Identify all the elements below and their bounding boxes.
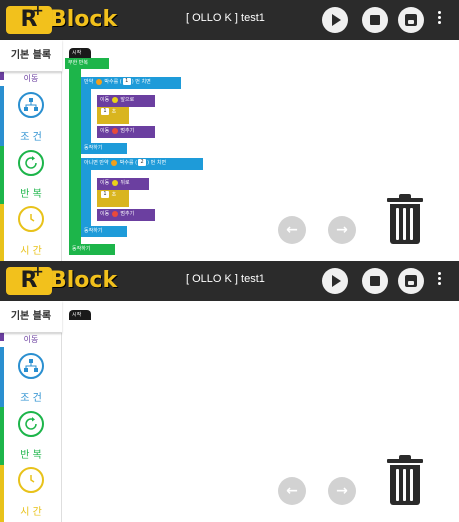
tab-basic-blocks[interactable]: 기본 블록 bbox=[0, 40, 62, 72]
block-palette-sidebar: 기본 블록 이동 조 건 반 복 시 간 bbox=[0, 40, 62, 261]
stop-button[interactable] bbox=[362, 7, 388, 33]
logo-block-text: Block bbox=[50, 7, 118, 32]
motor-icon bbox=[111, 127, 118, 134]
stop-icon bbox=[370, 276, 380, 286]
if-block[interactable]: 만약 박수를 (1) 번 치면 bbox=[81, 77, 181, 89]
clap-count-input[interactable]: 2 bbox=[138, 159, 147, 166]
play-button[interactable] bbox=[322, 268, 348, 294]
code-canvas[interactable]: 시작 ← → bbox=[63, 301, 459, 522]
tab-basic-blocks[interactable]: 기본 블록 bbox=[0, 301, 62, 333]
logo-r: R bbox=[6, 6, 52, 34]
category-label-repeat[interactable]: 반 복 bbox=[0, 446, 62, 461]
do-block[interactable]: 동작하기 bbox=[81, 143, 127, 154]
move-forward-block[interactable]: 이동 앞으로 bbox=[97, 95, 155, 107]
if-spine bbox=[81, 89, 91, 145]
redo-button[interactable]: → bbox=[328, 477, 356, 505]
refresh-icon[interactable] bbox=[18, 150, 44, 176]
trash-icon[interactable] bbox=[387, 194, 423, 244]
redo-button[interactable]: → bbox=[328, 216, 356, 244]
wait-block[interactable]: 1 초 bbox=[97, 190, 129, 207]
workspace-panel-with-program: R + Block [ OLLO K ] test1 기본 블록 이동 조 건 … bbox=[0, 0, 459, 261]
motor-icon bbox=[111, 179, 118, 186]
stop-button[interactable] bbox=[362, 268, 388, 294]
undo-button[interactable]: ← bbox=[278, 216, 306, 244]
project-title: [ OLLO K ] test1 bbox=[186, 12, 265, 24]
logo-plus: + bbox=[32, 264, 44, 280]
trash-icon[interactable] bbox=[387, 455, 423, 505]
rblock-logo: R + Block bbox=[6, 3, 118, 34]
forever-loop-block[interactable]: 무한 반복 bbox=[65, 58, 109, 69]
category-label-condition[interactable]: 조 건 bbox=[0, 389, 62, 404]
save-button[interactable] bbox=[398, 7, 424, 33]
else-if-block[interactable]: 아니면 만약 박수를 (2) 번 치면 bbox=[81, 158, 203, 170]
stop-icon bbox=[370, 15, 380, 25]
motor-icon bbox=[111, 210, 118, 217]
category-label-time[interactable]: 시 간 bbox=[0, 503, 62, 518]
start-block[interactable]: 시작 bbox=[69, 48, 91, 58]
rblock-logo: R + Block bbox=[6, 264, 118, 295]
seconds-input[interactable]: 1 bbox=[101, 108, 109, 115]
logo-plus: + bbox=[32, 3, 44, 19]
loop-spine bbox=[69, 69, 81, 247]
motor-icon bbox=[111, 96, 118, 103]
category-label-repeat[interactable]: 반 복 bbox=[0, 185, 62, 200]
stop-motor-block[interactable]: 이동 멈추기 bbox=[97, 126, 155, 138]
app-header: R + Block [ OLLO K ] test1 bbox=[0, 261, 459, 301]
arrow-right-icon: → bbox=[336, 222, 348, 238]
kebab-menu-icon[interactable] bbox=[434, 271, 444, 291]
arrow-right-icon: → bbox=[336, 483, 348, 499]
kebab-menu-icon[interactable] bbox=[434, 10, 444, 30]
move-backward-block[interactable]: 이동 뒤로 bbox=[97, 178, 149, 190]
wait-block[interactable]: 1 초 bbox=[97, 107, 129, 124]
start-block[interactable]: 시작 bbox=[69, 310, 91, 320]
sitemap-icon[interactable] bbox=[18, 353, 44, 379]
do-block[interactable]: 동작하기 bbox=[81, 226, 127, 237]
save-icon bbox=[405, 14, 417, 26]
project-title: [ OLLO K ] test1 bbox=[186, 273, 265, 285]
workspace-panel-empty: R + Block [ OLLO K ] test1 기본 블록 이동 조 건 … bbox=[0, 261, 459, 522]
app-header: R + Block [ OLLO K ] test1 bbox=[0, 0, 459, 40]
clock-icon[interactable] bbox=[18, 206, 44, 232]
clap-count-input[interactable]: 1 bbox=[122, 78, 131, 85]
logo-r: R bbox=[6, 267, 52, 295]
sitemap-icon[interactable] bbox=[18, 92, 44, 118]
category-label-move: 이동 bbox=[23, 74, 39, 83]
else-spine bbox=[81, 170, 91, 228]
play-icon bbox=[332, 275, 341, 287]
play-icon bbox=[332, 14, 341, 26]
logo-block-text: Block bbox=[50, 268, 118, 293]
category-label-move: 이동 bbox=[23, 335, 39, 344]
save-icon bbox=[405, 275, 417, 287]
seconds-input[interactable]: 1 bbox=[101, 191, 109, 198]
stop-motor-block[interactable]: 이동 멈추기 bbox=[97, 209, 155, 221]
save-button[interactable] bbox=[398, 268, 424, 294]
loop-end-block[interactable]: 동작하기 bbox=[69, 244, 115, 255]
category-label-condition[interactable]: 조 건 bbox=[0, 128, 62, 143]
arrow-left-icon: ← bbox=[286, 222, 298, 238]
sensor-icon bbox=[95, 78, 102, 85]
play-button[interactable] bbox=[322, 7, 348, 33]
code-canvas[interactable]: 시작 무한 반복 만약 박수를 (1) 번 치면 이동 앞으로 1 초 이동 멈… bbox=[63, 40, 459, 261]
undo-button[interactable]: ← bbox=[278, 477, 306, 505]
sensor-icon bbox=[111, 159, 118, 166]
block-palette-sidebar: 기본 블록 이동 조 건 반 복 시 간 bbox=[0, 301, 62, 522]
arrow-left-icon: ← bbox=[286, 483, 298, 499]
refresh-icon[interactable] bbox=[18, 411, 44, 437]
clock-icon[interactable] bbox=[18, 467, 44, 493]
category-label-time[interactable]: 시 간 bbox=[0, 242, 62, 257]
